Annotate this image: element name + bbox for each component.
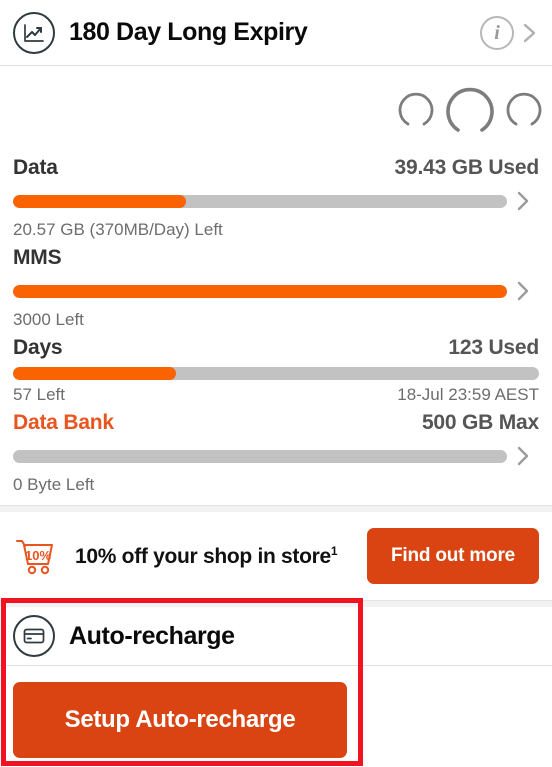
usage-list: Data 39.43 GB Used 20.57 GB (370MB/Day) … bbox=[0, 154, 552, 505]
progress-bar-fill bbox=[13, 194, 186, 208]
usage-row-label: MMS bbox=[13, 246, 62, 269]
progress-bar bbox=[13, 367, 539, 380]
usage-row-label: Data bbox=[13, 156, 58, 179]
usage-row-value: 500 GB Max bbox=[421, 411, 539, 434]
chevron-right-icon[interactable] bbox=[520, 18, 540, 48]
usage-row-data[interactable]: Data 39.43 GB Used 20.57 GB (370MB/Day) … bbox=[0, 154, 552, 240]
progress-bar bbox=[13, 284, 507, 298]
usage-row-label: Data Bank bbox=[13, 411, 114, 434]
usage-row-days[interactable]: Days 123 Used 57 Left 18-Jul 23:59 AEST bbox=[0, 334, 552, 405]
chevron-right-icon[interactable] bbox=[507, 442, 539, 470]
promo-text: 10% off your shop in store1 bbox=[75, 543, 338, 569]
usage-row-header: MMS bbox=[13, 244, 539, 270]
usage-row-bar-wrap bbox=[13, 367, 539, 380]
ring-gauge-icon bbox=[502, 88, 546, 132]
usage-row-header: Days 123 Used bbox=[13, 334, 539, 360]
usage-row-header: Data Bank 500 GB Max bbox=[13, 409, 539, 435]
plan-usage-screen: 180 Day Long Expiry i Data 39.43 GB Used… bbox=[0, 0, 552, 767]
ring-gauge-icon bbox=[394, 88, 438, 132]
page-title: 180 Day Long Expiry bbox=[69, 18, 308, 46]
chevron-right-icon[interactable] bbox=[507, 277, 539, 305]
usage-row-footer: 20.57 GB (370MB/Day) Left bbox=[13, 220, 539, 240]
progress-bar bbox=[13, 194, 507, 208]
usage-row-header: Data 39.43 GB Used bbox=[13, 154, 539, 180]
usage-row-expiry: 18-Jul 23:59 AEST bbox=[397, 385, 539, 404]
auto-recharge-body: Setup Auto-recharge bbox=[0, 666, 552, 758]
svg-text:10%: 10% bbox=[25, 548, 51, 563]
usage-row-bar-wrap bbox=[13, 277, 539, 305]
usage-row-label: Days bbox=[13, 336, 63, 359]
usage-row-subtext: 3000 Left bbox=[13, 310, 84, 329]
ring-gauge-icon bbox=[440, 80, 500, 140]
promo-banner: 10% 10% off your shop in store1 Find out… bbox=[0, 512, 552, 600]
progress-bar bbox=[13, 449, 507, 463]
usage-row-footer: 0 Byte Left bbox=[13, 475, 539, 495]
usage-row-subtext: 20.57 GB (370MB/Day) Left bbox=[13, 220, 223, 239]
find-out-more-button[interactable]: Find out more bbox=[367, 528, 539, 584]
chevron-right-icon[interactable] bbox=[507, 187, 539, 215]
usage-row-bar-wrap bbox=[13, 187, 539, 215]
usage-row-data-bank[interactable]: Data Bank 500 GB Max 0 Byte Left bbox=[0, 409, 552, 495]
info-icon[interactable]: i bbox=[480, 15, 514, 50]
usage-row-value: 39.43 GB Used bbox=[394, 156, 540, 179]
setup-auto-recharge-button[interactable]: Setup Auto-recharge bbox=[13, 682, 347, 758]
progress-bar-fill bbox=[13, 284, 507, 298]
progress-bar-fill bbox=[13, 367, 177, 380]
usage-row-footer: 3000 Left bbox=[13, 310, 539, 330]
trending-chart-icon bbox=[13, 11, 55, 54]
usage-gauges bbox=[0, 66, 552, 154]
usage-row-footer: 57 Left 18-Jul 23:59 AEST bbox=[13, 385, 539, 405]
usage-row-value: 123 Used bbox=[448, 336, 539, 359]
promo-footnote-marker: 1 bbox=[330, 543, 338, 558]
shopping-cart-discount-icon: 10% bbox=[13, 533, 59, 579]
usage-row-subtext: 0 Byte Left bbox=[13, 475, 95, 494]
header-actions: i bbox=[480, 15, 540, 50]
promo-text-main: 10% off your shop in store bbox=[75, 544, 331, 568]
credit-card-icon bbox=[13, 615, 55, 657]
auto-recharge-title: Auto-recharge bbox=[69, 621, 235, 650]
auto-recharge-header: Auto-recharge bbox=[0, 607, 552, 665]
plan-header[interactable]: 180 Day Long Expiry i bbox=[0, 0, 552, 66]
usage-row-subtext: 57 Left bbox=[13, 385, 65, 404]
usage-row-mms[interactable]: MMS 3000 Left bbox=[0, 244, 552, 330]
usage-row-bar-wrap bbox=[13, 442, 539, 470]
